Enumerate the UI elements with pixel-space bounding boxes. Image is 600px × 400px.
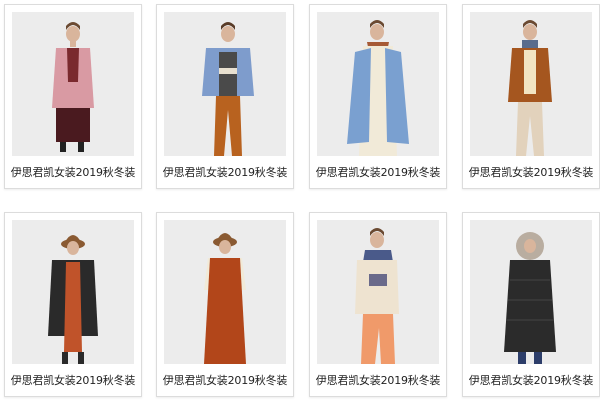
model-figure-cream-sweater xyxy=(355,228,399,364)
product-caption[interactable]: 伊思君凯女装2019秋冬装 xyxy=(157,372,293,388)
product-caption[interactable]: 伊思君凯女装2019秋冬装 xyxy=(310,372,446,388)
product-caption[interactable]: 伊思君凯女装2019秋冬装 xyxy=(463,372,599,388)
product-photo[interactable] xyxy=(164,12,286,156)
product-photo[interactable] xyxy=(12,220,134,364)
product-card-7[interactable]: 伊思君凯女装2019秋冬装 xyxy=(309,212,447,397)
product-caption[interactable]: 伊思君凯女装2019秋冬装 xyxy=(463,164,599,180)
product-caption[interactable]: 伊思君凯女装2019秋冬装 xyxy=(157,164,293,180)
product-card-6[interactable]: 伊思君凯女装2019秋冬装 xyxy=(156,212,294,397)
model-figure-blue-vest xyxy=(347,20,409,156)
product-photo[interactable] xyxy=(317,220,439,364)
product-card-3[interactable]: 伊思君凯女装2019秋冬装 xyxy=(309,4,447,189)
product-card-8[interactable]: 伊思君凯女装2019秋冬装 xyxy=(462,212,600,397)
product-photo[interactable] xyxy=(12,12,134,156)
product-card-5[interactable]: 伊思君凯女装2019秋冬装 xyxy=(4,212,142,397)
model-figure-pink-coat xyxy=(52,22,94,152)
product-card-1[interactable]: 伊思君凯女装2019秋冬装 xyxy=(4,4,142,189)
product-photo[interactable] xyxy=(164,220,286,364)
product-card-4[interactable]: 伊思君凯女装2019秋冬装 xyxy=(462,4,600,189)
model-figure-rust-dress xyxy=(204,233,246,364)
product-card-2[interactable]: 伊思君凯女装2019秋冬装 xyxy=(156,4,294,189)
model-figure-black-coat-hat xyxy=(48,235,98,364)
product-photo[interactable] xyxy=(470,220,592,364)
product-caption[interactable]: 伊思君凯女装2019秋冬装 xyxy=(5,372,141,388)
product-caption[interactable]: 伊思君凯女装2019秋冬装 xyxy=(310,164,446,180)
product-photo[interactable] xyxy=(317,12,439,156)
model-figure-black-down-coat xyxy=(504,232,556,364)
model-figure-blue-jacket xyxy=(202,22,254,156)
product-photo[interactable] xyxy=(470,12,592,156)
model-figure-rust-cardigan xyxy=(508,20,552,156)
product-caption[interactable]: 伊思君凯女装2019秋冬装 xyxy=(5,164,141,180)
